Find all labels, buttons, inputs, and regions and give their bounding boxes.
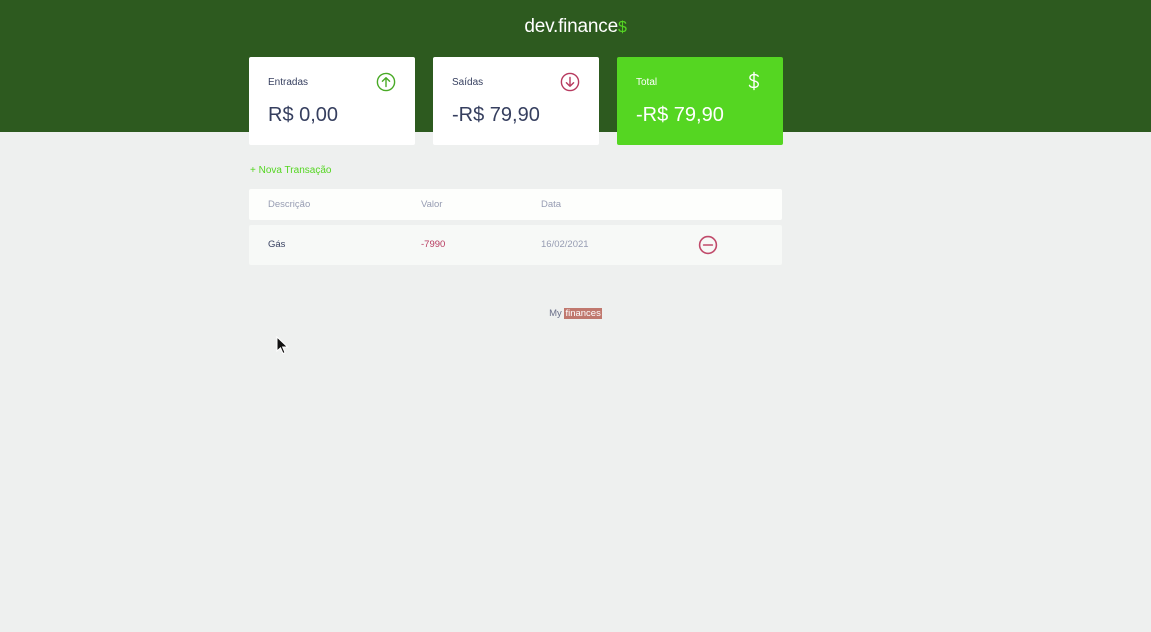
header-date: Data (541, 199, 562, 210)
income-card: Entradas R$ 0,00 (249, 57, 415, 145)
remove-transaction-button[interactable] (698, 235, 718, 255)
expense-value: -R$ 79,90 (452, 104, 540, 126)
expense-card: Saídas -R$ 79,90 (433, 57, 599, 145)
income-label: Entradas (268, 77, 309, 88)
dollar-icon (748, 71, 760, 91)
transactions-table: Descrição Valor Data Gás -7990 16/02/202… (249, 189, 782, 265)
new-transaction-button[interactable]: + Nova Transação (250, 165, 331, 176)
total-label: Total (636, 77, 658, 88)
income-value: R$ 0,00 (268, 104, 339, 126)
footer-selected-text: finances (564, 308, 602, 319)
footer-text: My (549, 308, 562, 319)
table-header: Descrição Valor Data (249, 189, 782, 220)
arrow-up-circle-icon (376, 72, 396, 92)
row-date: 16/02/2021 (541, 239, 589, 250)
expense-label: Saídas (452, 77, 484, 88)
logo-rest: finance (558, 16, 618, 37)
total-value: -R$ 79,90 (636, 104, 724, 126)
row-description: Gás (268, 239, 286, 250)
logo-main: dev (524, 16, 553, 37)
header-amount: Valor (421, 199, 443, 210)
row-amount: -7990 (421, 239, 446, 250)
total-card: Total -R$ 79,90 (617, 57, 783, 145)
mouse-cursor-icon (276, 336, 289, 355)
arrow-down-circle-icon (560, 72, 580, 92)
app-logo: dev.finance$ (0, 16, 1151, 38)
table-row: Gás -7990 16/02/2021 (249, 225, 782, 265)
logo-dollar: $ (617, 19, 627, 36)
footer: My finances (0, 308, 1151, 319)
header-description: Descrição (268, 199, 311, 210)
